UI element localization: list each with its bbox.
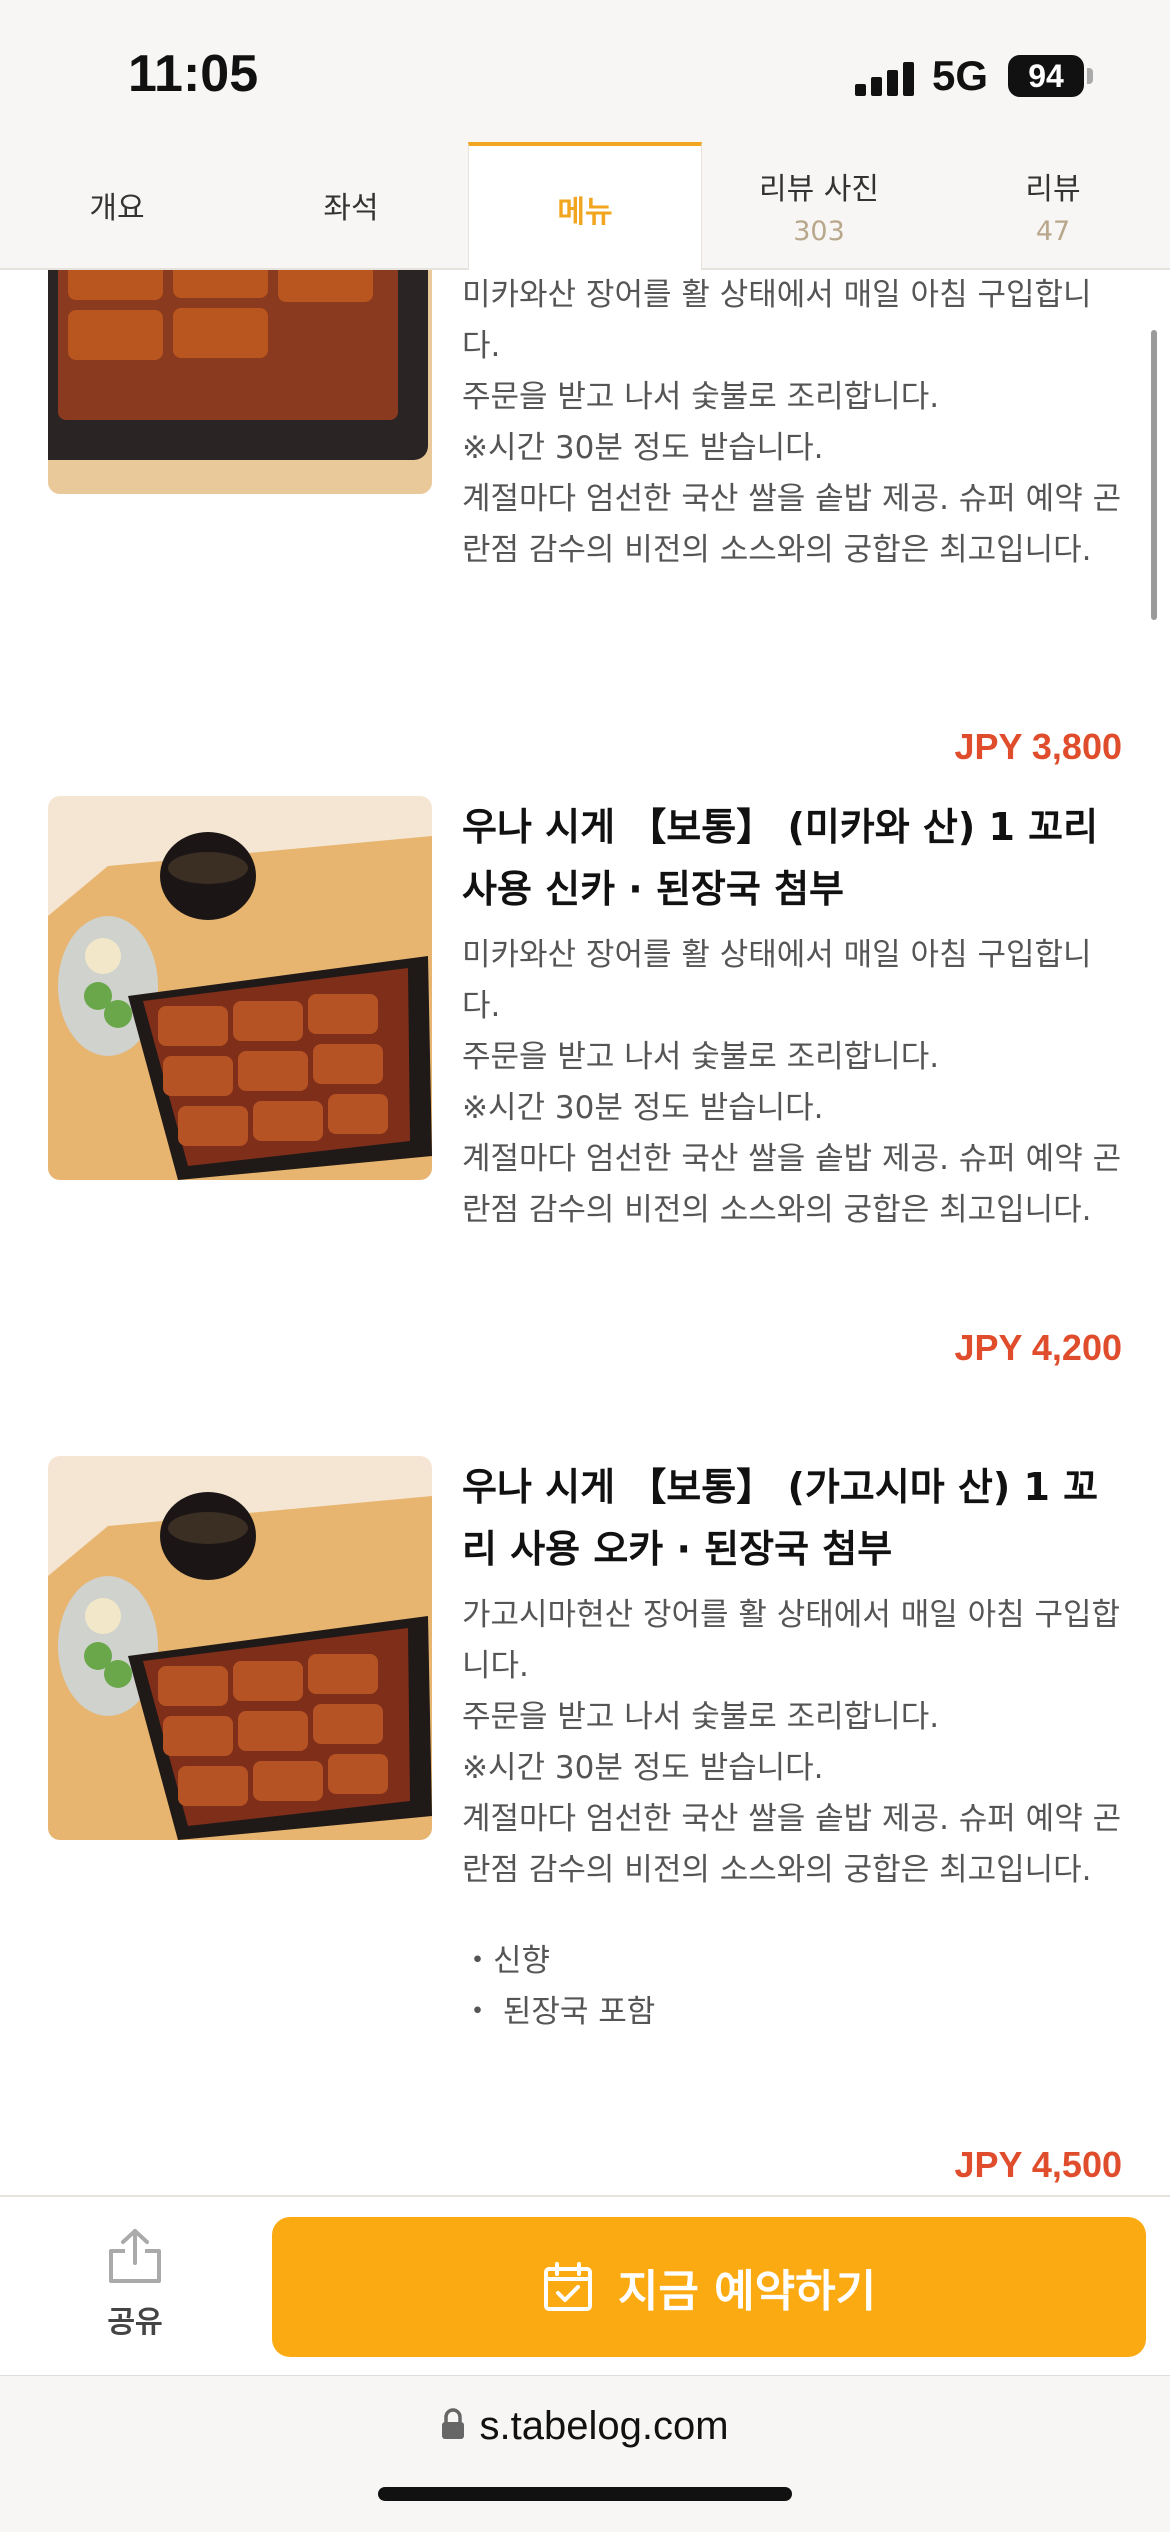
tab-review-photos[interactable]: 리뷰 사진 303 bbox=[702, 142, 936, 268]
action-bar: 공유 지금 예약하기 bbox=[0, 2195, 1170, 2375]
home-indicator[interactable] bbox=[378, 2487, 792, 2501]
browser-url-bar[interactable]: s.tabelog.com bbox=[0, 2375, 1170, 2532]
share-button[interactable]: 공유 bbox=[60, 2227, 210, 2357]
menu-item-price: JPY 3,800 bbox=[954, 726, 1122, 767]
battery-tip bbox=[1087, 68, 1093, 84]
menu-item-bullets: ・신향 ・ 된장국 포함 bbox=[462, 1936, 1122, 2038]
battery-level: 94 bbox=[1028, 57, 1064, 94]
menu-item-title: 우나 시게 【보통】 (가고시마 산) 1 꼬리 사용 오카 · 된장국 첨부 bbox=[462, 1465, 1099, 1571]
menu-item-title: 우나 시게 【보통】 (미카와 산) 1 꼬리 사용 신카 · 된장국 첨부 bbox=[462, 805, 1099, 911]
menu-item-bullet: ・신향 bbox=[462, 1943, 551, 1979]
menu-item[interactable]: 우나 시게 【보통】 (가고시마 산) 1 꼬리 사용 오카 · 된장국 첨부 … bbox=[0, 1456, 1170, 2195]
menu-item-photo[interactable] bbox=[48, 1456, 432, 1840]
tab-overview[interactable]: 개요 bbox=[0, 142, 234, 268]
url-text: s.tabelog.com bbox=[479, 2404, 729, 2448]
tab-label: 개요 bbox=[89, 191, 145, 226]
tab-count: 303 bbox=[793, 215, 845, 247]
network-type: 5G bbox=[932, 52, 989, 99]
tab-count: 47 bbox=[1035, 215, 1071, 247]
status-time: 11:05 bbox=[128, 45, 259, 103]
battery-icon: 94 bbox=[1008, 55, 1084, 97]
share-icon bbox=[109, 2229, 161, 2283]
menu-list[interactable]: 미카와산 장어를 활 상태에서 매일 아침 구입합니다. 주문을 받고 나서 숯… bbox=[0, 270, 1170, 2195]
menu-tabs: 개요 좌석 메뉴 리뷰 사진 303 리뷰 47 bbox=[0, 142, 1170, 272]
menu-item[interactable]: 미카와산 장어를 활 상태에서 매일 아침 구입합니다. 주문을 받고 나서 숯… bbox=[0, 270, 1170, 860]
menu-item-description: 미카와산 장어를 활 상태에서 매일 아침 구입합니다. 주문을 받고 나서 숯… bbox=[462, 937, 1122, 1228]
menu-item-text: 미카와산 장어를 활 상태에서 매일 아침 구입합니다. 주문을 받고 나서 숯… bbox=[462, 270, 1122, 576]
menu-item-text: 우나 시게 【보통】 (가고시마 산) 1 꼬리 사용 오카 · 된장국 첨부 … bbox=[462, 1456, 1122, 2038]
lock-icon bbox=[442, 2408, 465, 2440]
tab-label: 리뷰 bbox=[1025, 171, 1081, 207]
url-display[interactable]: s.tabelog.com bbox=[0, 2404, 1170, 2449]
tab-menu[interactable]: 메뉴 bbox=[468, 142, 702, 272]
menu-item[interactable]: 우나 시게 【보통】 (미카와 산) 1 꼬리 사용 신카 · 된장국 첨부 미… bbox=[0, 796, 1170, 1436]
reserve-now-button[interactable]: 지금 예약하기 bbox=[272, 2217, 1146, 2357]
tab-seats[interactable]: 좌석 bbox=[234, 142, 468, 268]
menu-item-photo[interactable] bbox=[48, 270, 432, 494]
menu-item-price: JPY 4,500 bbox=[954, 2144, 1122, 2185]
menu-item-price: JPY 4,200 bbox=[954, 1327, 1122, 1368]
menu-item-description: 미카와산 장어를 활 상태에서 매일 아침 구입합니다. 주문을 받고 나서 숯… bbox=[462, 277, 1122, 568]
tab-label: 메뉴 bbox=[557, 195, 613, 230]
tab-reviews[interactable]: 리뷰 47 bbox=[936, 142, 1170, 268]
menu-item-bullet: ・ 된장국 포함 bbox=[462, 1994, 656, 2030]
share-label: 공유 bbox=[107, 2305, 163, 2340]
reserve-label: 지금 예약하기 bbox=[617, 2266, 877, 2317]
menu-item-description: 가고시마현산 장어를 활 상태에서 매일 아침 구입합니다. 주문을 받고 나서… bbox=[462, 1597, 1122, 1888]
tab-label: 리뷰 사진 bbox=[759, 171, 879, 207]
menu-item-text: 우나 시게 【보통】 (미카와 산) 1 꼬리 사용 신카 · 된장국 첨부 미… bbox=[462, 796, 1122, 1236]
tab-label: 좌석 bbox=[323, 191, 379, 226]
menu-item-photo[interactable] bbox=[48, 796, 432, 1180]
status-bar: 11:05 5G 94 bbox=[0, 0, 1170, 142]
scrollbar[interactable] bbox=[1151, 330, 1157, 620]
page: 11:05 5G 94 개요 좌석 메뉴 리뷰 사진 303 리뷰 47 미카와… bbox=[0, 0, 1170, 2532]
cellular-signal-icon bbox=[855, 62, 915, 96]
calendar-check-icon bbox=[543, 2262, 592, 2311]
